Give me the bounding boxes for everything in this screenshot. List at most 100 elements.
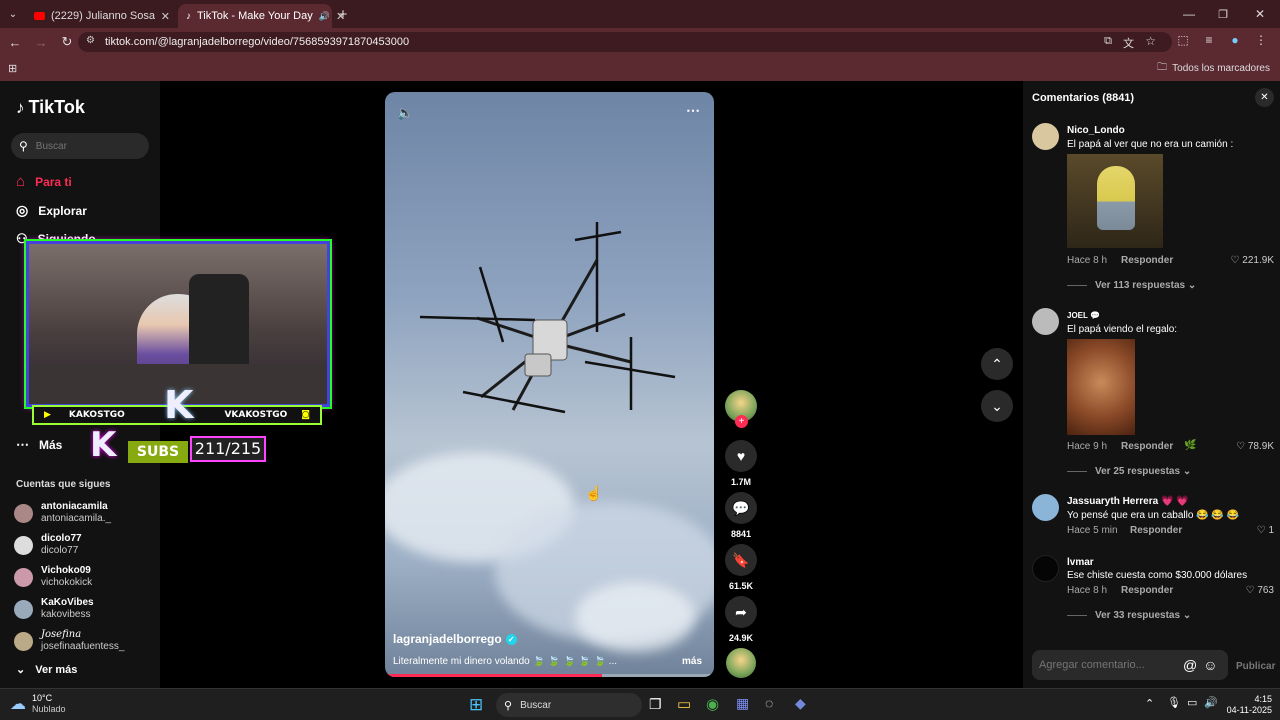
reload-icon[interactable]: ↻ — [54, 34, 80, 50]
tab-list-button[interactable]: ⌄ — [0, 9, 26, 20]
minimize-button[interactable]: — — [1172, 7, 1206, 21]
more-options-icon[interactable]: ⋯ — [686, 102, 700, 119]
comment-likes[interactable]: ♡ 1 — [1257, 525, 1274, 536]
comment-input-box[interactable]: @ ☺ — [1032, 650, 1228, 680]
see-more-button[interactable]: ⌄ Ver más — [16, 663, 77, 677]
close-window-button[interactable]: ✕ — [1240, 7, 1280, 21]
all-bookmarks-label[interactable]: Todos los marcadores — [1172, 63, 1270, 74]
account-item[interactable]: Vichoko09 vichokokick — [14, 565, 92, 589]
progress-track[interactable] — [385, 674, 714, 677]
reply-button[interactable]: Responder — [1121, 441, 1173, 452]
start-icon[interactable]: ⊞ — [469, 695, 483, 715]
chevron-up-icon[interactable]: ⌃ — [1145, 697, 1154, 710]
restore-button[interactable]: ❐ — [1206, 8, 1240, 21]
taskbar: ☁ 10°C Nublado ⊞ ⚲ Buscar ❐ ▭ ◉ ▦ ◌ ◆ ⌃ 🎙… — [0, 688, 1280, 720]
comment-likes[interactable]: ♡ 763 — [1246, 585, 1274, 596]
tiktok-logo[interactable]: ♪ TikTok — [16, 97, 85, 118]
save-button[interactable]: 🔖 — [725, 544, 757, 576]
view-replies[interactable]: Ver 113 respuestas ⌄ — [1067, 280, 1196, 291]
apps-icon[interactable]: ⊞ — [8, 62, 17, 75]
avatar[interactable] — [1032, 308, 1059, 335]
next-video-button[interactable]: ⌄ — [981, 390, 1013, 422]
cast-icon[interactable]: ⧉ — [1104, 35, 1112, 48]
youtube-icon — [34, 12, 45, 20]
nav-explore[interactable]: ◎ Explorar — [16, 202, 87, 219]
weather-temp: 10°C — [32, 693, 53, 703]
account-item[interactable]: antoniacamila antoniacamila._ — [14, 501, 111, 525]
minion-image[interactable] — [1067, 154, 1163, 248]
forward-icon[interactable]: → — [28, 35, 54, 50]
comment-button[interactable]: 💬 — [725, 492, 757, 524]
comment-user[interactable]: Nico_Londo — [1067, 125, 1125, 136]
back-icon[interactable]: ← — [2, 35, 28, 50]
view-replies-label: Ver 33 respuestas — [1095, 610, 1181, 621]
following-title: Cuentas que sigues — [16, 479, 111, 490]
star-icon[interactable]: ☆ — [1145, 34, 1156, 48]
tab-youtube[interactable]: (2229) Julianno Sosa - 12 F ✕ — [26, 4, 178, 28]
follow-button[interactable]: + — [735, 415, 748, 428]
account-item[interactable]: KaKoVibes kakovibess — [14, 597, 94, 621]
share-icon: ➦ — [735, 603, 747, 620]
weather-widget[interactable]: ☁ 10°C Nublado — [10, 693, 66, 715]
sound-avatar[interactable] — [726, 648, 756, 678]
clock[interactable]: 4:15 04-11-2025 — [1222, 694, 1272, 716]
previous-video-button[interactable]: ⌃ — [981, 348, 1013, 380]
nav-for-you[interactable]: ⌂ Para ti — [16, 173, 72, 190]
view-replies[interactable]: Ver 33 respuestas ⌄ — [1067, 610, 1191, 621]
reply-button[interactable]: Responder — [1121, 255, 1173, 266]
menu-icon[interactable]: ⋮ — [1252, 33, 1270, 47]
reply-button[interactable]: Responder — [1121, 585, 1173, 596]
comment-user[interactable]: lvmar — [1067, 557, 1094, 568]
close-comments-button[interactable]: ✕ — [1255, 88, 1274, 107]
speaker-icon[interactable]: 🔊 — [319, 11, 330, 22]
microphone-icon[interactable]: 🎙 — [1167, 696, 1181, 709]
view-replies[interactable]: Ver 25 respuestas ⌄ — [1067, 466, 1191, 477]
comment-user[interactable]: Jassuaryth Herrera 💗 💗 — [1067, 496, 1189, 507]
extensions-icon[interactable]: ⬚ — [1174, 33, 1192, 47]
ape-image[interactable] — [1067, 339, 1135, 435]
mention-icon[interactable]: @ — [1183, 657, 1197, 673]
file-explorer-icon[interactable]: ▭ — [677, 695, 691, 713]
comment-input[interactable] — [1039, 659, 1179, 671]
caption-more-link[interactable]: más — [682, 656, 702, 667]
comment-time: Hace 8 h — [1067, 585, 1108, 596]
video-author[interactable]: lagranjadelborrego ✓ — [393, 632, 517, 646]
share-button[interactable]: ➦ — [725, 596, 757, 628]
task-view-icon[interactable]: ❐ — [649, 696, 662, 713]
volume-icon[interactable]: 🔊 — [1204, 696, 1218, 709]
emoji-icon[interactable]: ☺ — [1203, 657, 1217, 673]
comment-user[interactable]: JOEL 💬 — [1067, 311, 1100, 320]
comment-likes[interactable]: ♡ 78.9K — [1236, 441, 1274, 452]
profile-icon[interactable]: ● — [1226, 33, 1244, 47]
url-text: tiktok.com/@lagranjadelborrego/video/756… — [105, 36, 410, 48]
video-player[interactable]: 🔈 ⋯ lagranjadelborrego ✓ Literalmente mi… — [385, 92, 714, 677]
account-item[interactable]: dicolo77 dicolo77 — [14, 533, 82, 557]
avatar[interactable] — [1032, 494, 1059, 521]
address-bar[interactable]: ⚙ tiktok.com/@lagranjadelborrego/video/7… — [78, 32, 1172, 52]
media-icon[interactable]: ≡ — [1200, 33, 1218, 47]
site-info-icon[interactable]: ⚙ — [86, 35, 95, 46]
view-replies-label: Ver 25 respuestas — [1095, 466, 1181, 477]
account-item[interactable]: Josefina josefinaafuentess_ — [14, 629, 124, 653]
obs-icon[interactable]: ◌ — [765, 695, 773, 711]
translate-icon[interactable]: 文 — [1123, 35, 1134, 51]
avatar — [14, 599, 33, 619]
like-button[interactable]: ♥ — [725, 440, 757, 472]
search-box[interactable]: ⚲ — [11, 133, 149, 159]
app-icon[interactable]: ▦ — [736, 695, 749, 712]
post-button[interactable]: Publicar — [1236, 661, 1275, 672]
reply-button[interactable]: Responder — [1130, 525, 1182, 536]
close-icon[interactable]: ✕ — [161, 10, 170, 23]
search-input[interactable] — [35, 140, 131, 152]
chrome-icon[interactable]: ◉ — [706, 695, 719, 713]
taskbar-search[interactable]: ⚲ Buscar — [496, 693, 642, 717]
instagram-icon: ◙ — [301, 410, 310, 420]
avatar[interactable] — [1032, 555, 1059, 582]
new-tab-button[interactable]: + — [332, 6, 354, 23]
tab-tiktok[interactable]: ♪ TikTok - Make Your Day 🔊 ✕ — [178, 4, 345, 28]
volume-icon[interactable]: 🔈 — [397, 105, 413, 121]
avatar[interactable] — [1032, 123, 1059, 150]
discord-icon[interactable]: ◆ — [795, 695, 806, 712]
comment-likes[interactable]: ♡ 221.9K — [1231, 255, 1274, 266]
network-icon[interactable]: ▭ — [1187, 696, 1197, 709]
